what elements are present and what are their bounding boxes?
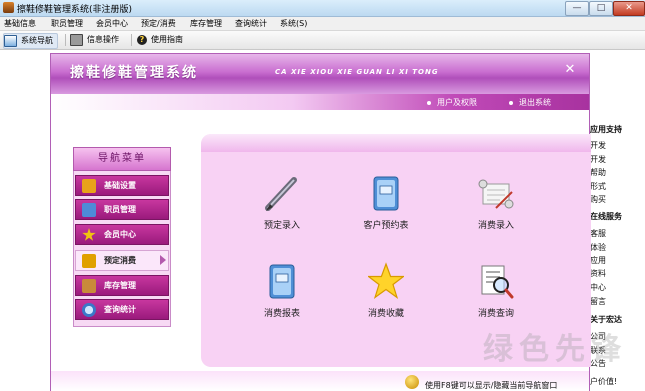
magnifier-icon: [82, 303, 96, 317]
menu-basic-info[interactable]: 基础信息: [4, 18, 36, 29]
id-card-icon: [82, 203, 96, 217]
right-panel-link[interactable]: 资料: [590, 268, 606, 279]
system-nav-button[interactable]: 系统导航: [3, 33, 58, 49]
right-panel-link[interactable]: 开发: [590, 154, 606, 165]
active-arrow-icon: [160, 255, 166, 265]
nav-item-5[interactable]: 库存管理: [75, 275, 169, 296]
user-permissions-link[interactable]: 用户及权限: [427, 97, 477, 108]
right-panel-link[interactable]: 户价值!: [590, 376, 617, 387]
right-panel-link[interactable]: 客服: [590, 228, 606, 239]
dialog-subtitle: CA XIE XIOU XIE GUAN LI XI TONG: [275, 68, 439, 76]
window-icon: [70, 33, 83, 46]
nav-item-label: 查询统计: [104, 305, 136, 314]
feature-panel-header: [201, 134, 591, 152]
right-panel-link[interactable]: 形式: [590, 181, 606, 192]
feature-label: 消费报表: [263, 309, 300, 319]
user-permissions-label: 用户及权限: [437, 98, 477, 107]
menu-staff[interactable]: 职员管理: [51, 18, 83, 29]
nav-item-2[interactable]: 职员管理: [75, 199, 169, 220]
menu-system[interactable]: 系统(S): [280, 18, 307, 29]
nav-item-label: 库存管理: [104, 281, 136, 290]
system-nav-label: 系统导航: [21, 36, 53, 45]
monitor-icon: [4, 34, 17, 47]
nav-menu-header: 导航菜单: [73, 147, 171, 171]
exit-system-link[interactable]: 退出系统: [509, 97, 551, 108]
toolbar-divider: [131, 34, 132, 46]
app-icon: [3, 2, 14, 13]
star-icon: [82, 228, 96, 241]
bullet-icon: [509, 100, 513, 105]
right-panel-link[interactable]: 应用: [590, 255, 606, 266]
book-icon: [82, 179, 96, 193]
nav-item-4[interactable]: 预定消费: [75, 250, 169, 271]
menu-bar: 基础信息 职员管理 会员中心 预定/消费 库存管理 查询统计 系统(S): [0, 17, 645, 31]
dialog-title: 擦鞋修鞋管理系统: [70, 65, 198, 81]
toolbar-divider: [65, 34, 66, 46]
nav-item-3[interactable]: 会员中心: [75, 224, 169, 245]
bullet-icon: [427, 100, 431, 105]
feature-button-6[interactable]: 消费查询: [456, 262, 536, 332]
watermark: 绿色先锋: [483, 332, 627, 367]
menu-booking-consume[interactable]: 预定/消费: [141, 18, 176, 29]
window-title: 擦鞋修鞋管理系统(非注册版): [17, 5, 133, 15]
nav-item-6[interactable]: 查询统计: [75, 299, 169, 320]
menu-query-stats[interactable]: 查询统计: [235, 18, 267, 29]
info-ops-button[interactable]: 信息操作: [70, 33, 119, 47]
minimize-button[interactable]: —: [565, 1, 589, 16]
box-icon: [82, 279, 96, 293]
right-panel-link[interactable]: 留言: [590, 296, 606, 307]
star-icon: [366, 262, 406, 302]
feature-label: 消费录入: [477, 221, 514, 231]
feature-label: 客户预约表: [363, 221, 409, 231]
nav-item-label: 会员中心: [104, 230, 136, 239]
toolbar: 系统导航 信息操作 ? 使用指南: [0, 31, 645, 50]
menu-member[interactable]: 会员中心: [96, 18, 128, 29]
menu-inventory[interactable]: 库存管理: [190, 18, 222, 29]
help-icon: ?: [137, 34, 147, 45]
user-guide-label: 使用指南: [151, 35, 183, 44]
feature-button-4[interactable]: 消费报表: [242, 262, 322, 332]
status-hint: 使用F8键可以显示/隐藏当前导航窗口: [425, 381, 558, 390]
coins-icon: [82, 254, 96, 268]
user-guide-button[interactable]: ? 使用指南: [137, 33, 183, 47]
user-status-icon: [405, 375, 419, 389]
right-panel-link[interactable]: 中心: [590, 282, 606, 293]
feature-label: 消费查询: [477, 309, 514, 319]
report-book-icon: [264, 262, 300, 302]
feature-button-2[interactable]: 客户预约表: [346, 174, 426, 244]
feature-button-1[interactable]: 预定录入: [242, 174, 322, 244]
feature-button-5[interactable]: 消费收藏: [346, 262, 426, 332]
right-panel-heading: 在线服务: [590, 212, 622, 221]
info-ops-label: 信息操作: [87, 35, 119, 44]
nav-item-label: 职员管理: [104, 205, 136, 214]
right-panel-link[interactable]: 购买: [590, 194, 606, 205]
right-panel-link[interactable]: 开发: [590, 140, 606, 151]
right-panel-link[interactable]: 帮助: [590, 167, 606, 178]
nav-item-label: 基础设置: [104, 181, 136, 190]
pen-icon: [264, 174, 300, 214]
scroll-icon: [478, 174, 514, 214]
report-book-icon: [368, 174, 404, 214]
feature-button-3[interactable]: 消费录入: [456, 174, 536, 244]
nav-item-label: 预定消费: [104, 256, 136, 265]
search-document-icon: [478, 262, 514, 302]
nav-item-1[interactable]: 基础设置: [75, 175, 169, 196]
dialog-close-button[interactable]: ✕: [563, 63, 577, 77]
right-panel-heading: 应用支持: [590, 125, 622, 134]
feature-label: 预定录入: [263, 221, 300, 231]
feature-label: 消费收藏: [367, 309, 404, 319]
maximize-button[interactable]: □: [589, 1, 613, 16]
right-panel-link[interactable]: 体验: [590, 242, 606, 253]
exit-system-label: 退出系统: [519, 98, 551, 107]
window-close-button[interactable]: ✕: [613, 1, 645, 16]
